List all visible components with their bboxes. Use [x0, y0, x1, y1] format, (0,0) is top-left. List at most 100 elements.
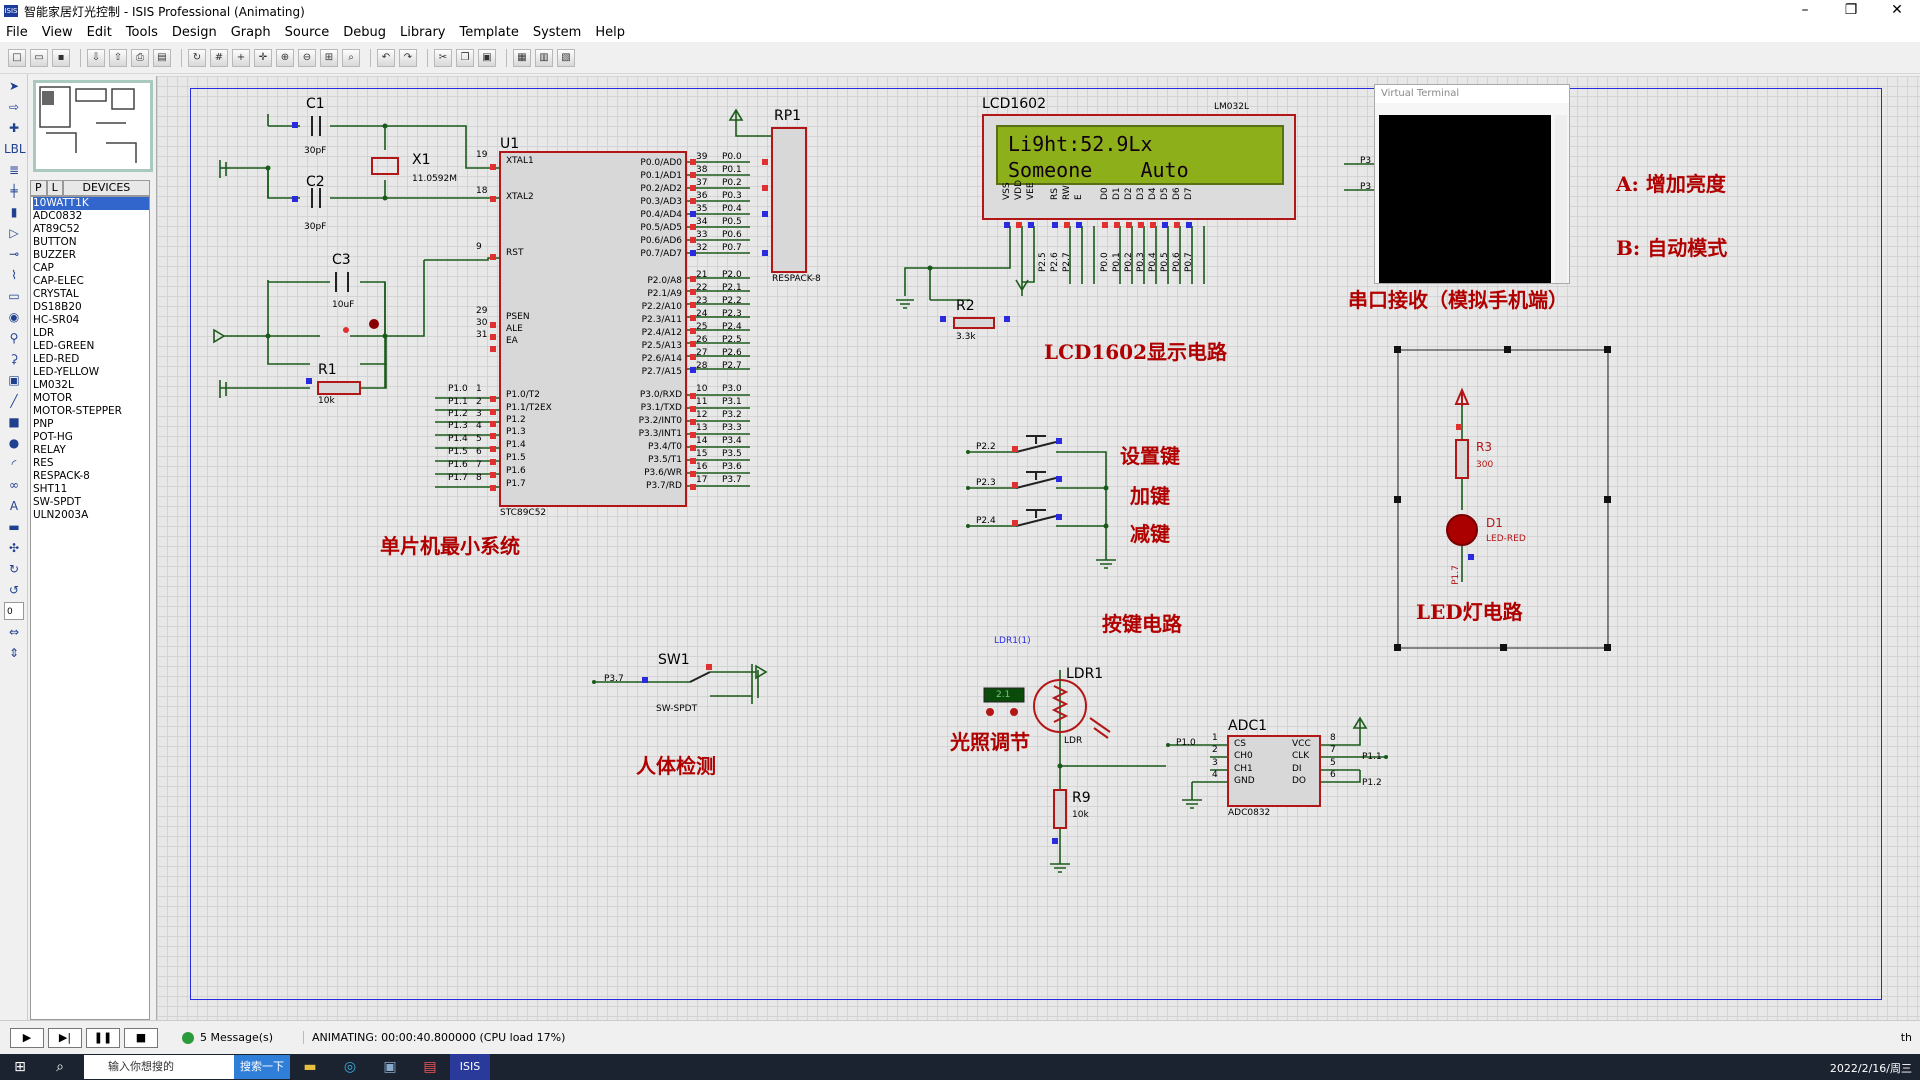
rotation-angle-field[interactable]: 0: [4, 602, 24, 620]
device-list-item[interactable]: BUTTON: [33, 236, 149, 249]
tape-icon[interactable]: ▭: [4, 287, 24, 305]
selection-mode-icon[interactable]: ➤: [4, 77, 24, 95]
terminal-icon[interactable]: ▷: [4, 224, 24, 242]
device-list-item[interactable]: DS18B20: [33, 301, 149, 314]
symbol-icon[interactable]: ▬: [4, 518, 24, 536]
circle-icon[interactable]: ●: [4, 434, 24, 452]
current-probe-icon[interactable]: ⚳: [4, 350, 24, 368]
menu-help[interactable]: Help: [595, 25, 625, 40]
device-list-item[interactable]: ADC0832: [33, 210, 149, 223]
component-mode-icon[interactable]: ⇨: [4, 98, 24, 116]
restore-button[interactable]: ❐: [1828, 0, 1874, 22]
undo-icon[interactable]: ↶: [377, 48, 395, 67]
pin-icon[interactable]: ⊸: [4, 245, 24, 263]
device-list-item[interactable]: PNP: [33, 418, 149, 431]
overview-window[interactable]: [33, 80, 153, 172]
bus-icon[interactable]: ╪: [4, 182, 24, 200]
taskbar-search-input[interactable]: 输入你想搜的: [84, 1055, 234, 1079]
arc-icon[interactable]: ◜: [4, 455, 24, 473]
rotate-cw-icon[interactable]: ↻: [4, 560, 24, 578]
library-tab[interactable]: L: [46, 180, 63, 196]
block-move-icon[interactable]: ▥: [535, 48, 553, 67]
print-area-icon[interactable]: ▤: [153, 48, 171, 67]
rotate-ccw-icon[interactable]: ↺: [4, 581, 24, 599]
message-indicator[interactable]: 5 Message(s): [182, 1031, 273, 1044]
generator-icon[interactable]: ◉: [4, 308, 24, 326]
menu-edit[interactable]: Edit: [87, 25, 112, 40]
graph-icon[interactable]: ⌇: [4, 266, 24, 284]
device-list-item[interactable]: POT-HG: [33, 431, 149, 444]
menu-debug[interactable]: Debug: [343, 25, 386, 40]
menu-file[interactable]: File: [6, 25, 28, 40]
save-icon[interactable]: ▪: [52, 48, 70, 67]
menu-source[interactable]: Source: [285, 25, 330, 40]
close-button[interactable]: ✕: [1874, 0, 1920, 22]
virtual-terminal-window[interactable]: Virtual Terminal: [1374, 84, 1570, 284]
device-list-item[interactable]: AT89C52: [33, 223, 149, 236]
device-list-item[interactable]: CAP: [33, 262, 149, 275]
device-list-item[interactable]: LDR: [33, 327, 149, 340]
wire-label-icon[interactable]: LBL: [4, 140, 26, 158]
device-list-item[interactable]: RESPACK-8: [33, 470, 149, 483]
import-icon[interactable]: ⇩: [87, 48, 105, 67]
voltage-probe-icon[interactable]: ⚲: [4, 329, 24, 347]
minimize-button[interactable]: –: [1782, 0, 1828, 22]
open-file-icon[interactable]: ▭: [30, 48, 48, 67]
zoom-in-icon[interactable]: ⊕: [276, 48, 294, 67]
search-icon[interactable]: ⌕: [40, 1054, 80, 1080]
pause-button[interactable]: ❚❚: [86, 1027, 120, 1048]
stop-button[interactable]: ■: [124, 1027, 158, 1048]
pan-icon[interactable]: ✛: [254, 48, 272, 67]
device-list-item[interactable]: BUZZER: [33, 249, 149, 262]
zoom-all-icon[interactable]: ⊞: [320, 48, 338, 67]
device-list-item[interactable]: LM032L: [33, 379, 149, 392]
print-icon[interactable]: ⎙: [131, 48, 149, 67]
mirror-horizontal-icon[interactable]: ⇔: [4, 623, 24, 641]
zoom-area-icon[interactable]: ⌕: [342, 48, 360, 67]
device-list-item[interactable]: ULN2003A: [33, 509, 149, 522]
grid-icon[interactable]: #: [210, 48, 228, 67]
menu-template[interactable]: Template: [460, 25, 519, 40]
virtual-instrument-icon[interactable]: ▣: [4, 371, 24, 389]
device-list-item[interactable]: MOTOR: [33, 392, 149, 405]
step-button[interactable]: ▶|: [48, 1027, 82, 1048]
zoom-out-icon[interactable]: ⊖: [298, 48, 316, 67]
redraw-icon[interactable]: ↻: [188, 48, 206, 67]
block-copy-icon[interactable]: ▦: [513, 48, 531, 67]
device-list-item[interactable]: LED-GREEN: [33, 340, 149, 353]
redo-icon[interactable]: ↷: [399, 48, 417, 67]
origin-icon[interactable]: +: [232, 48, 250, 67]
device-list-item[interactable]: SW-SPDT: [33, 496, 149, 509]
menu-graph[interactable]: Graph: [231, 25, 271, 40]
virtual-terminal-screen[interactable]: [1379, 115, 1551, 283]
menu-design[interactable]: Design: [172, 25, 217, 40]
block-rotate-icon[interactable]: ▧: [557, 48, 575, 67]
device-list-item[interactable]: HC-SR04: [33, 314, 149, 327]
menu-view[interactable]: View: [42, 25, 73, 40]
subcircuit-icon[interactable]: ▮: [4, 203, 24, 221]
cut-icon[interactable]: ✂: [434, 48, 452, 67]
line-icon[interactable]: ╱: [4, 392, 24, 410]
marker-icon[interactable]: ✣: [4, 539, 24, 557]
menu-tools[interactable]: Tools: [126, 25, 158, 40]
text-script-icon[interactable]: ≣: [4, 161, 24, 179]
device-list[interactable]: 10WATT1K ADC0832 AT89C52 BUTTON BUZZER CAP CAP…: [30, 196, 150, 1020]
device-list-item[interactable]: MOTOR-STEPPER: [33, 405, 149, 418]
taskbar-search-button[interactable]: 搜索一下: [234, 1055, 290, 1079]
virtual-terminal-scrollbar[interactable]: [1555, 115, 1567, 283]
app-icon[interactable]: ▣: [370, 1054, 410, 1080]
path-icon[interactable]: ∞: [4, 476, 24, 494]
device-list-item[interactable]: 10WATT1K: [33, 197, 149, 210]
device-list-item[interactable]: CRYSTAL: [33, 288, 149, 301]
device-list-item[interactable]: LED-YELLOW: [33, 366, 149, 379]
pick-devices-tab[interactable]: P: [30, 180, 47, 196]
browser-icon[interactable]: ◎: [330, 1054, 370, 1080]
device-list-item[interactable]: RES: [33, 457, 149, 470]
box-icon[interactable]: ■: [4, 413, 24, 431]
junction-icon[interactable]: ✚: [4, 119, 24, 137]
text-icon[interactable]: A: [4, 497, 24, 515]
menu-library[interactable]: Library: [400, 25, 445, 40]
windows-start-icon[interactable]: ⊞: [0, 1054, 40, 1080]
new-file-icon[interactable]: □: [8, 48, 26, 67]
document-app-icon[interactable]: ▤: [410, 1054, 450, 1080]
